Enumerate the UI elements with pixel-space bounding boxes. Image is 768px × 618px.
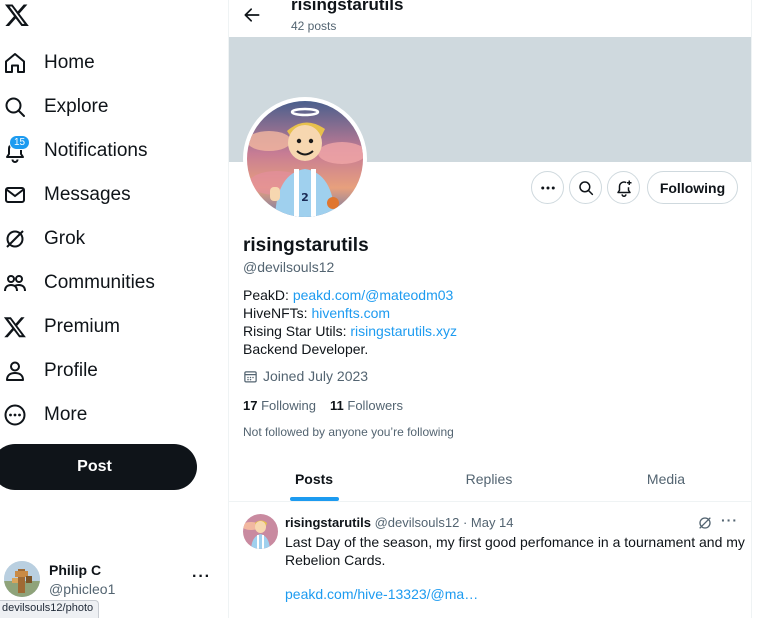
tab-media[interactable]: Media	[579, 456, 751, 502]
bell-plus-icon	[616, 180, 631, 197]
account-avatar	[4, 561, 40, 597]
left-sidebar: Home Explore Notifications 15 Messages G…	[0, 0, 228, 618]
tweet[interactable]: risingstarutils @devilsouls12 · May 14 ·…	[229, 503, 751, 618]
bio-label: HiveNFTs:	[243, 305, 312, 321]
search-icon	[2, 94, 28, 120]
nav-label-profile: Profile	[44, 360, 98, 381]
following-button[interactable]: Following	[647, 171, 738, 204]
profile-column: risingstarutils 42 posts 2 Following ris…	[228, 0, 752, 618]
tweet-header: risingstarutils @devilsouls12 · May 14	[285, 515, 514, 530]
more-button[interactable]	[531, 171, 564, 204]
tweet-author-name[interactable]: risingstarutils	[285, 515, 371, 530]
post-count: 42 posts	[291, 19, 337, 33]
bio-line: PeakD: peakd.com/@mateodm03	[243, 286, 457, 304]
bio-line: Backend Developer.	[243, 340, 457, 358]
post-button[interactable]: Post	[0, 444, 197, 490]
active-tab-indicator	[290, 497, 339, 501]
svg-text:2: 2	[301, 191, 309, 204]
profile-display-name: risingstarutils	[243, 235, 369, 256]
more-circle-icon	[2, 402, 28, 428]
header-title: risingstarutils	[291, 0, 404, 14]
nav-label-home: Home	[44, 52, 95, 73]
bio-label: PeakD:	[243, 287, 293, 303]
bio-line: HiveNFTs: hivenfts.com	[243, 304, 457, 322]
profile-header-bar: risingstarutils 42 posts	[229, 0, 751, 37]
status-bar-url: devilsouls12/photo	[0, 600, 100, 618]
more-icon	[540, 186, 555, 189]
tab-replies[interactable]: Replies	[399, 456, 579, 502]
tab-posts[interactable]: Posts	[229, 456, 399, 502]
x-logo-icon	[2, 314, 28, 340]
nav-label-premium: Premium	[44, 316, 121, 337]
tweet-text: Last Day of the season, my first good pe…	[285, 534, 745, 568]
bio-link-hivenfts[interactable]: hivenfts.com	[311, 305, 390, 321]
tweet-link[interactable]: peakd.com/hive-13323/@ma…	[285, 586, 478, 602]
bio-line: Rising Star Utils: risingstarutils.xyz	[243, 322, 457, 340]
notify-button[interactable]	[607, 171, 640, 204]
account-switcher[interactable]: Philip C @phicleo1 ···	[0, 558, 220, 602]
grok-icon	[2, 226, 28, 252]
following-count: 17	[243, 398, 258, 413]
people-icon	[2, 270, 28, 296]
account-handle: @phicleo1	[49, 581, 116, 597]
nav-label-explore: Explore	[44, 96, 109, 117]
envelope-icon	[2, 182, 28, 208]
followed-by-note: Not followed by anyone you’re following	[243, 425, 454, 439]
grok-icon[interactable]	[697, 515, 713, 531]
nav-label-messages: Messages	[44, 184, 131, 205]
nav-label-grok: Grok	[44, 228, 86, 249]
followers-link[interactable]: 11 Followers	[330, 398, 403, 413]
person-icon	[2, 358, 28, 384]
more-icon[interactable]: ···	[192, 568, 211, 586]
notification-count-badge: 15	[9, 135, 30, 150]
following-link[interactable]: 17 Following	[243, 398, 316, 413]
x-logo-icon[interactable]	[4, 2, 30, 28]
account-name: Philip C	[49, 562, 102, 578]
bio-label: Backend Developer.	[243, 341, 369, 357]
home-icon	[2, 50, 28, 76]
followers-label: Followers	[347, 398, 404, 413]
joined-text: Joined July 2023	[263, 368, 369, 384]
bio-link-risingstarutils[interactable]: risingstarutils.xyz	[350, 323, 457, 339]
tweet-handle-date: @devilsouls12 · May 14	[374, 515, 514, 530]
calendar-icon	[244, 370, 257, 382]
profile-bio: PeakD: peakd.com/@mateodm03 HiveNFTs: hi…	[243, 286, 457, 358]
profile-avatar[interactable]: 2	[243, 97, 367, 221]
joined-date: Joined July 2023	[243, 368, 368, 384]
nav-label-notifications: Notifications	[44, 140, 148, 161]
followers-count: 11	[330, 398, 344, 413]
following-label: Following	[261, 398, 317, 413]
nav-label-more: More	[44, 404, 88, 425]
back-arrow-icon[interactable]	[241, 4, 263, 26]
search-profile-button[interactable]	[569, 171, 602, 204]
follow-stats: 17 Following 11 Followers	[243, 398, 417, 413]
bio-link-peakd[interactable]: peakd.com/@mateodm03	[293, 287, 454, 303]
profile-tabs: Posts Replies Media	[229, 456, 751, 502]
bio-label: Rising Star Utils:	[243, 323, 351, 339]
nav-label-communities: Communities	[44, 272, 155, 293]
tweet-avatar[interactable]	[243, 514, 278, 549]
profile-handle: @devilsouls12	[243, 259, 335, 275]
more-icon[interactable]: ···	[721, 512, 738, 528]
search-icon	[578, 180, 593, 195]
